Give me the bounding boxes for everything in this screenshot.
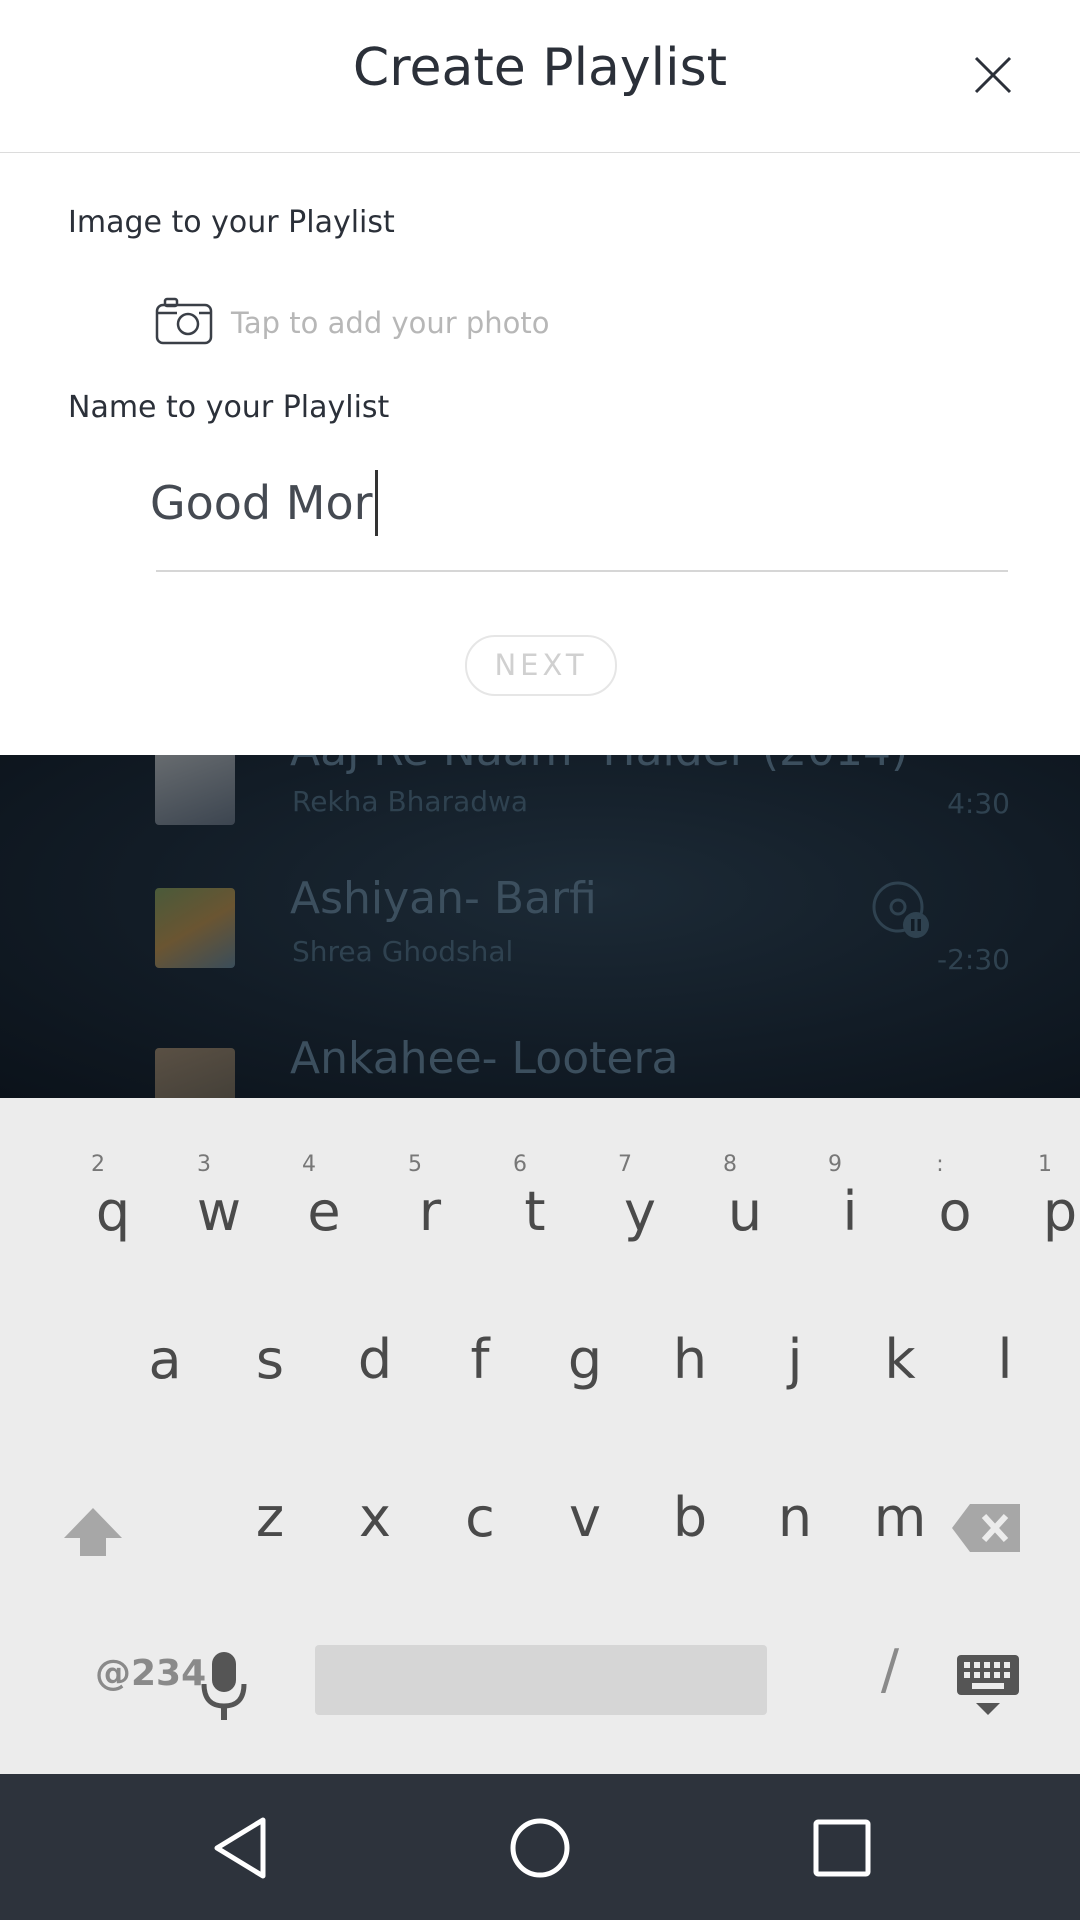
song-title: Aaj Re Naam- Haider (2014) xyxy=(290,755,908,776)
slash-key[interactable]: / xyxy=(820,1638,899,1708)
song-title: Ashiyan- Barfi xyxy=(290,873,597,924)
song-row: Ashiyan- Barfi Shrea Ghodshal -2:30 xyxy=(0,863,1080,993)
add-photo-button[interactable]: Tap to add your photo xyxy=(155,293,550,353)
name-label: Name to your Playlist xyxy=(68,390,390,425)
shift-icon[interactable] xyxy=(58,1498,128,1568)
song-time: -2:30 xyxy=(937,943,1010,976)
key-p[interactable]: 1p xyxy=(970,1152,1077,1252)
song-artist: Shrea Ghodshal xyxy=(292,935,514,968)
image-label: Image to your Playlist xyxy=(68,205,395,240)
next-button[interactable]: NEXT xyxy=(465,635,617,696)
key-g[interactable]: g xyxy=(495,1328,602,1408)
key-r[interactable]: 5r xyxy=(340,1152,441,1252)
navigation-bar xyxy=(0,1774,1080,1920)
song-list-background: Aaj Re Naam- Haider (2014) Rekha Bharadw… xyxy=(0,755,1080,1098)
dialog-title: Create Playlist xyxy=(352,38,728,98)
key-j[interactable]: j xyxy=(705,1328,802,1408)
key-f[interactable]: f xyxy=(390,1328,489,1408)
key-w[interactable]: 3w xyxy=(129,1152,241,1252)
text-caret xyxy=(374,470,378,536)
key-b[interactable]: b xyxy=(600,1486,707,1566)
back-icon[interactable] xyxy=(205,1812,277,1884)
recents-icon[interactable] xyxy=(806,1812,878,1884)
key-h[interactable]: h xyxy=(600,1328,707,1408)
song-artist: Rekha Bharadwa xyxy=(292,785,529,818)
camera-icon xyxy=(155,297,213,350)
key-a[interactable]: a xyxy=(75,1328,181,1408)
key-n[interactable]: n xyxy=(705,1486,812,1566)
key-v[interactable]: v xyxy=(495,1486,601,1566)
keyboard-hide-icon[interactable] xyxy=(955,1653,1021,1719)
song-row: Ankahee- Lootera xyxy=(0,1023,1080,1098)
album-art xyxy=(155,755,235,825)
album-art xyxy=(155,888,235,968)
key-k[interactable]: k xyxy=(810,1328,915,1408)
key-t[interactable]: 6t xyxy=(445,1152,546,1252)
symbols-key[interactable]: @234 xyxy=(40,1653,206,1713)
key-i[interactable]: 9i xyxy=(760,1152,858,1252)
key-z[interactable]: z xyxy=(180,1486,284,1566)
playlist-name-value: Good Mor xyxy=(150,476,373,530)
space-bar[interactable] xyxy=(315,1645,767,1715)
key-s[interactable]: s xyxy=(180,1328,284,1408)
mic-icon[interactable] xyxy=(196,1648,252,1724)
dialog-header: Create Playlist xyxy=(0,0,1080,153)
playlist-name-input[interactable]: Good Mor xyxy=(150,453,1010,553)
dialog-content: Image to your Playlist Tap to add your p… xyxy=(0,153,1080,755)
close-icon[interactable] xyxy=(958,40,1028,110)
key-l[interactable]: l xyxy=(915,1328,1012,1408)
album-art xyxy=(155,1048,235,1098)
photo-hint: Tap to add your photo xyxy=(231,306,550,340)
key-d[interactable]: d xyxy=(285,1328,392,1408)
key-m[interactable]: m xyxy=(810,1486,927,1566)
song-row: Aaj Re Naam- Haider (2014) Rekha Bharadw… xyxy=(0,755,1080,835)
backspace-icon[interactable] xyxy=(948,1498,1024,1558)
input-underline xyxy=(156,570,1008,572)
now-playing-icon xyxy=(870,879,934,943)
key-e[interactable]: 4e xyxy=(234,1152,341,1252)
key-c[interactable]: c xyxy=(390,1486,495,1566)
key-u[interactable]: 8u xyxy=(655,1152,762,1252)
key-y[interactable]: 7y xyxy=(550,1152,656,1252)
home-icon[interactable] xyxy=(504,1812,576,1884)
song-title: Ankahee- Lootera xyxy=(290,1033,679,1084)
key-x[interactable]: x xyxy=(285,1486,391,1566)
key-q[interactable]: 2q xyxy=(23,1152,130,1252)
soft-keyboard: 2q3w4e5r6t7y8u9i:o1p asdfghjkl zxcvbnm @… xyxy=(0,1098,1080,1774)
song-time: 4:30 xyxy=(947,787,1010,820)
key-o[interactable]: :o xyxy=(865,1152,971,1252)
